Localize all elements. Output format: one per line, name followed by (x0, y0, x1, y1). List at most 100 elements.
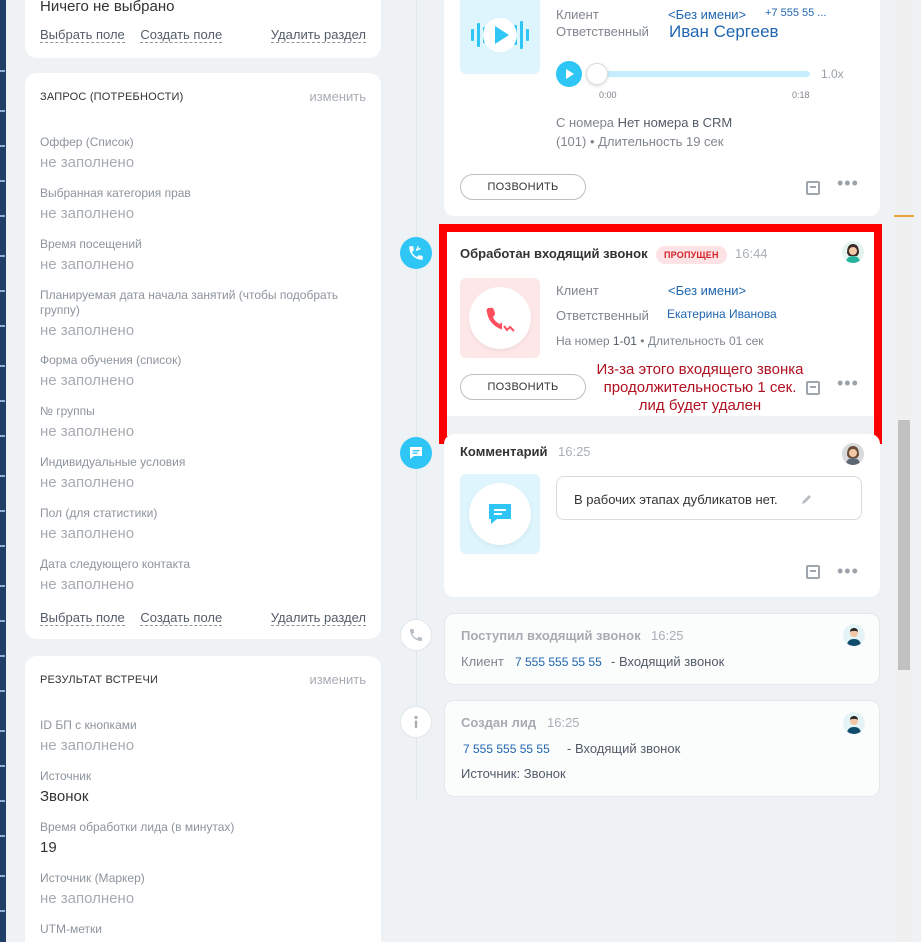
section-actions: Выбрать поле Создать поле Удалить раздел (40, 27, 366, 43)
result-section-card: РЕЗУЛЬТАТ ВСТРЕЧИ изменить ID БП с кнопк… (25, 656, 381, 942)
lead-source-channel: - Входящий звонок (567, 741, 681, 756)
client-phone-link[interactable]: +7 555 55 ... (765, 7, 826, 19)
annotation-line: Из-за этого входящего звонка (596, 361, 804, 378)
field-value: 19 (40, 839, 57, 856)
field-value: не заполнено (40, 576, 135, 593)
field-study-form[interactable]: Форма обучения (список) не заполнено (40, 353, 360, 390)
responsible-name-link[interactable]: Иван Сергеев (669, 22, 779, 42)
more-icon[interactable]: ••• (837, 173, 859, 194)
field-visit-time[interactable]: Время посещений не заполнено (40, 237, 360, 274)
client-label: Клиент (556, 7, 599, 22)
audio-progress-track[interactable] (594, 71, 810, 77)
select-field-link[interactable]: Выбрать поле (40, 610, 125, 626)
note-icon[interactable] (806, 181, 820, 195)
field-label: Время посещений (40, 237, 142, 251)
field-source[interactable]: Источник Звонок (40, 769, 360, 806)
section-title: РЕЗУЛЬТАТ ВСТРЕЧИ (40, 674, 159, 686)
field-label: Форма обучения (список) (40, 353, 182, 367)
user-male-icon (843, 712, 865, 734)
comment-thumbnail[interactable] (460, 474, 540, 554)
field-utm[interactable]: UTM-метки (40, 922, 360, 937)
time-end: 0:18 (792, 90, 810, 100)
avatar[interactable] (842, 443, 864, 465)
from-number: С номера Нет номера в CRM (556, 115, 732, 130)
call-history-icon (400, 619, 432, 651)
edit-section-link[interactable]: изменить (309, 672, 366, 687)
scroll-marker (894, 215, 914, 217)
field-label: Оффер (Список) (40, 135, 134, 149)
audio-progress-handle[interactable] (586, 63, 608, 85)
field-processing-time[interactable]: Время обработки лида (в минутах) 19 (40, 820, 360, 857)
field-label: Планируемая дата начала занятий (чтобы п… (40, 288, 339, 317)
field-label: Пол (для статистики) (40, 506, 158, 520)
client-phone-link[interactable]: 7 555 555 55 55 (515, 655, 602, 669)
avatar[interactable] (843, 712, 865, 734)
field-label: Источник (40, 769, 92, 783)
field-value: не заполнено (40, 525, 135, 542)
delete-section-link[interactable]: Удалить раздел (270, 27, 366, 43)
speed-toggle[interactable]: 1.0x (821, 67, 844, 81)
field-group-number[interactable]: № группы не заполнено (40, 404, 360, 441)
field-label: UTM-метки (40, 922, 102, 936)
call-record-card: Клиент <Без имени> +7 555 55 ... Ответст… (444, 0, 880, 216)
play-button[interactable] (556, 61, 582, 87)
delete-section-link[interactable]: Удалить раздел (270, 610, 366, 626)
chat-icon (489, 504, 511, 524)
field-top[interactable]: Ничего не выбрано (40, 0, 360, 16)
lead-created-card: Создан лид 16:25 7 555 555 55 55 - Входя… (444, 700, 880, 797)
client-phone-link[interactable]: 7 555 555 55 55 (463, 742, 550, 756)
call-button[interactable]: ПОЗВОНИТЬ (460, 174, 586, 200)
activity-title: Создан лид (461, 715, 537, 730)
phone-incoming-icon (410, 629, 422, 641)
field-value: Ничего не выбрано (40, 0, 175, 15)
audio-thumbnail[interactable] (460, 0, 540, 74)
field-value: не заполнено (40, 322, 135, 339)
activity-time: 16:25 (558, 444, 591, 459)
field-offer[interactable]: Оффер (Список) не заполнено (40, 135, 360, 172)
scrollbar-thumb[interactable] (898, 420, 910, 670)
chat-icon (410, 447, 422, 459)
annotation-line: продолжительностью 1 сек. (603, 379, 797, 396)
avatar[interactable] (843, 624, 865, 646)
annotation-line: лид будет удален (638, 397, 762, 414)
info-type-icon (400, 706, 432, 738)
field-label: Дата следующего контакта (40, 557, 190, 571)
field-value: не заполнено (40, 205, 135, 222)
comment-text-box[interactable]: В рабочих этапах дубликатов нет. (556, 476, 862, 520)
select-field-link[interactable]: Выбрать поле (40, 27, 125, 43)
field-individual-terms[interactable]: Индивидуальные условия не заполнено (40, 455, 360, 492)
field-next-contact-date[interactable]: Дата следующего контакта не заполнено (40, 557, 360, 594)
comment-text: В рабочих этапах дубликатов нет. (574, 492, 778, 507)
activity-title: Комментарий (460, 444, 548, 459)
note-icon[interactable] (806, 565, 820, 579)
field-license-category[interactable]: Выбранная категория прав не заполнено (40, 186, 360, 223)
field-label: Время обработки лида (в минутах) (40, 820, 235, 834)
client-label: Клиент (461, 654, 504, 669)
create-field-link[interactable]: Создать поле (140, 610, 223, 626)
line-duration: (101) • Длительность 19 сек (556, 134, 724, 149)
pencil-icon[interactable] (801, 493, 813, 505)
create-field-link[interactable]: Создать поле (140, 27, 223, 43)
annotation-text: Из-за этого входящего звонка продолжител… (580, 361, 820, 415)
field-value: не заполнено (40, 256, 135, 273)
field-gender[interactable]: Пол (для статистики) не заполнено (40, 506, 360, 543)
more-icon[interactable]: ••• (837, 561, 859, 582)
phone-incoming-icon (409, 245, 423, 260)
timeline-line (416, 0, 417, 800)
edit-section-link[interactable]: изменить (309, 89, 366, 104)
user-female-icon (842, 443, 864, 465)
field-source-marker[interactable]: Источник (Маркер) не заполнено (40, 871, 360, 908)
field-value: не заполнено (40, 737, 135, 754)
call-direction: - Входящий звонок (611, 654, 725, 669)
field-bp-id[interactable]: ID БП с кнопками не заполнено (40, 718, 360, 755)
field-label: Индивидуальные условия (40, 455, 186, 469)
field-value: Звонок (40, 788, 89, 805)
field-label: № группы (40, 404, 95, 418)
field-value: не заполнено (40, 474, 135, 491)
time-start: 0:00 (599, 90, 617, 100)
responsible-label: Ответственный (556, 24, 649, 39)
field-value: не заполнено (40, 890, 135, 907)
field-planned-start-date[interactable]: Планируемая дата начала занятий (чтобы п… (40, 288, 360, 340)
comment-card: Комментарий 16:25 В рабочих этапах дубли… (444, 434, 880, 597)
client-name-link[interactable]: <Без имени> (668, 7, 746, 22)
